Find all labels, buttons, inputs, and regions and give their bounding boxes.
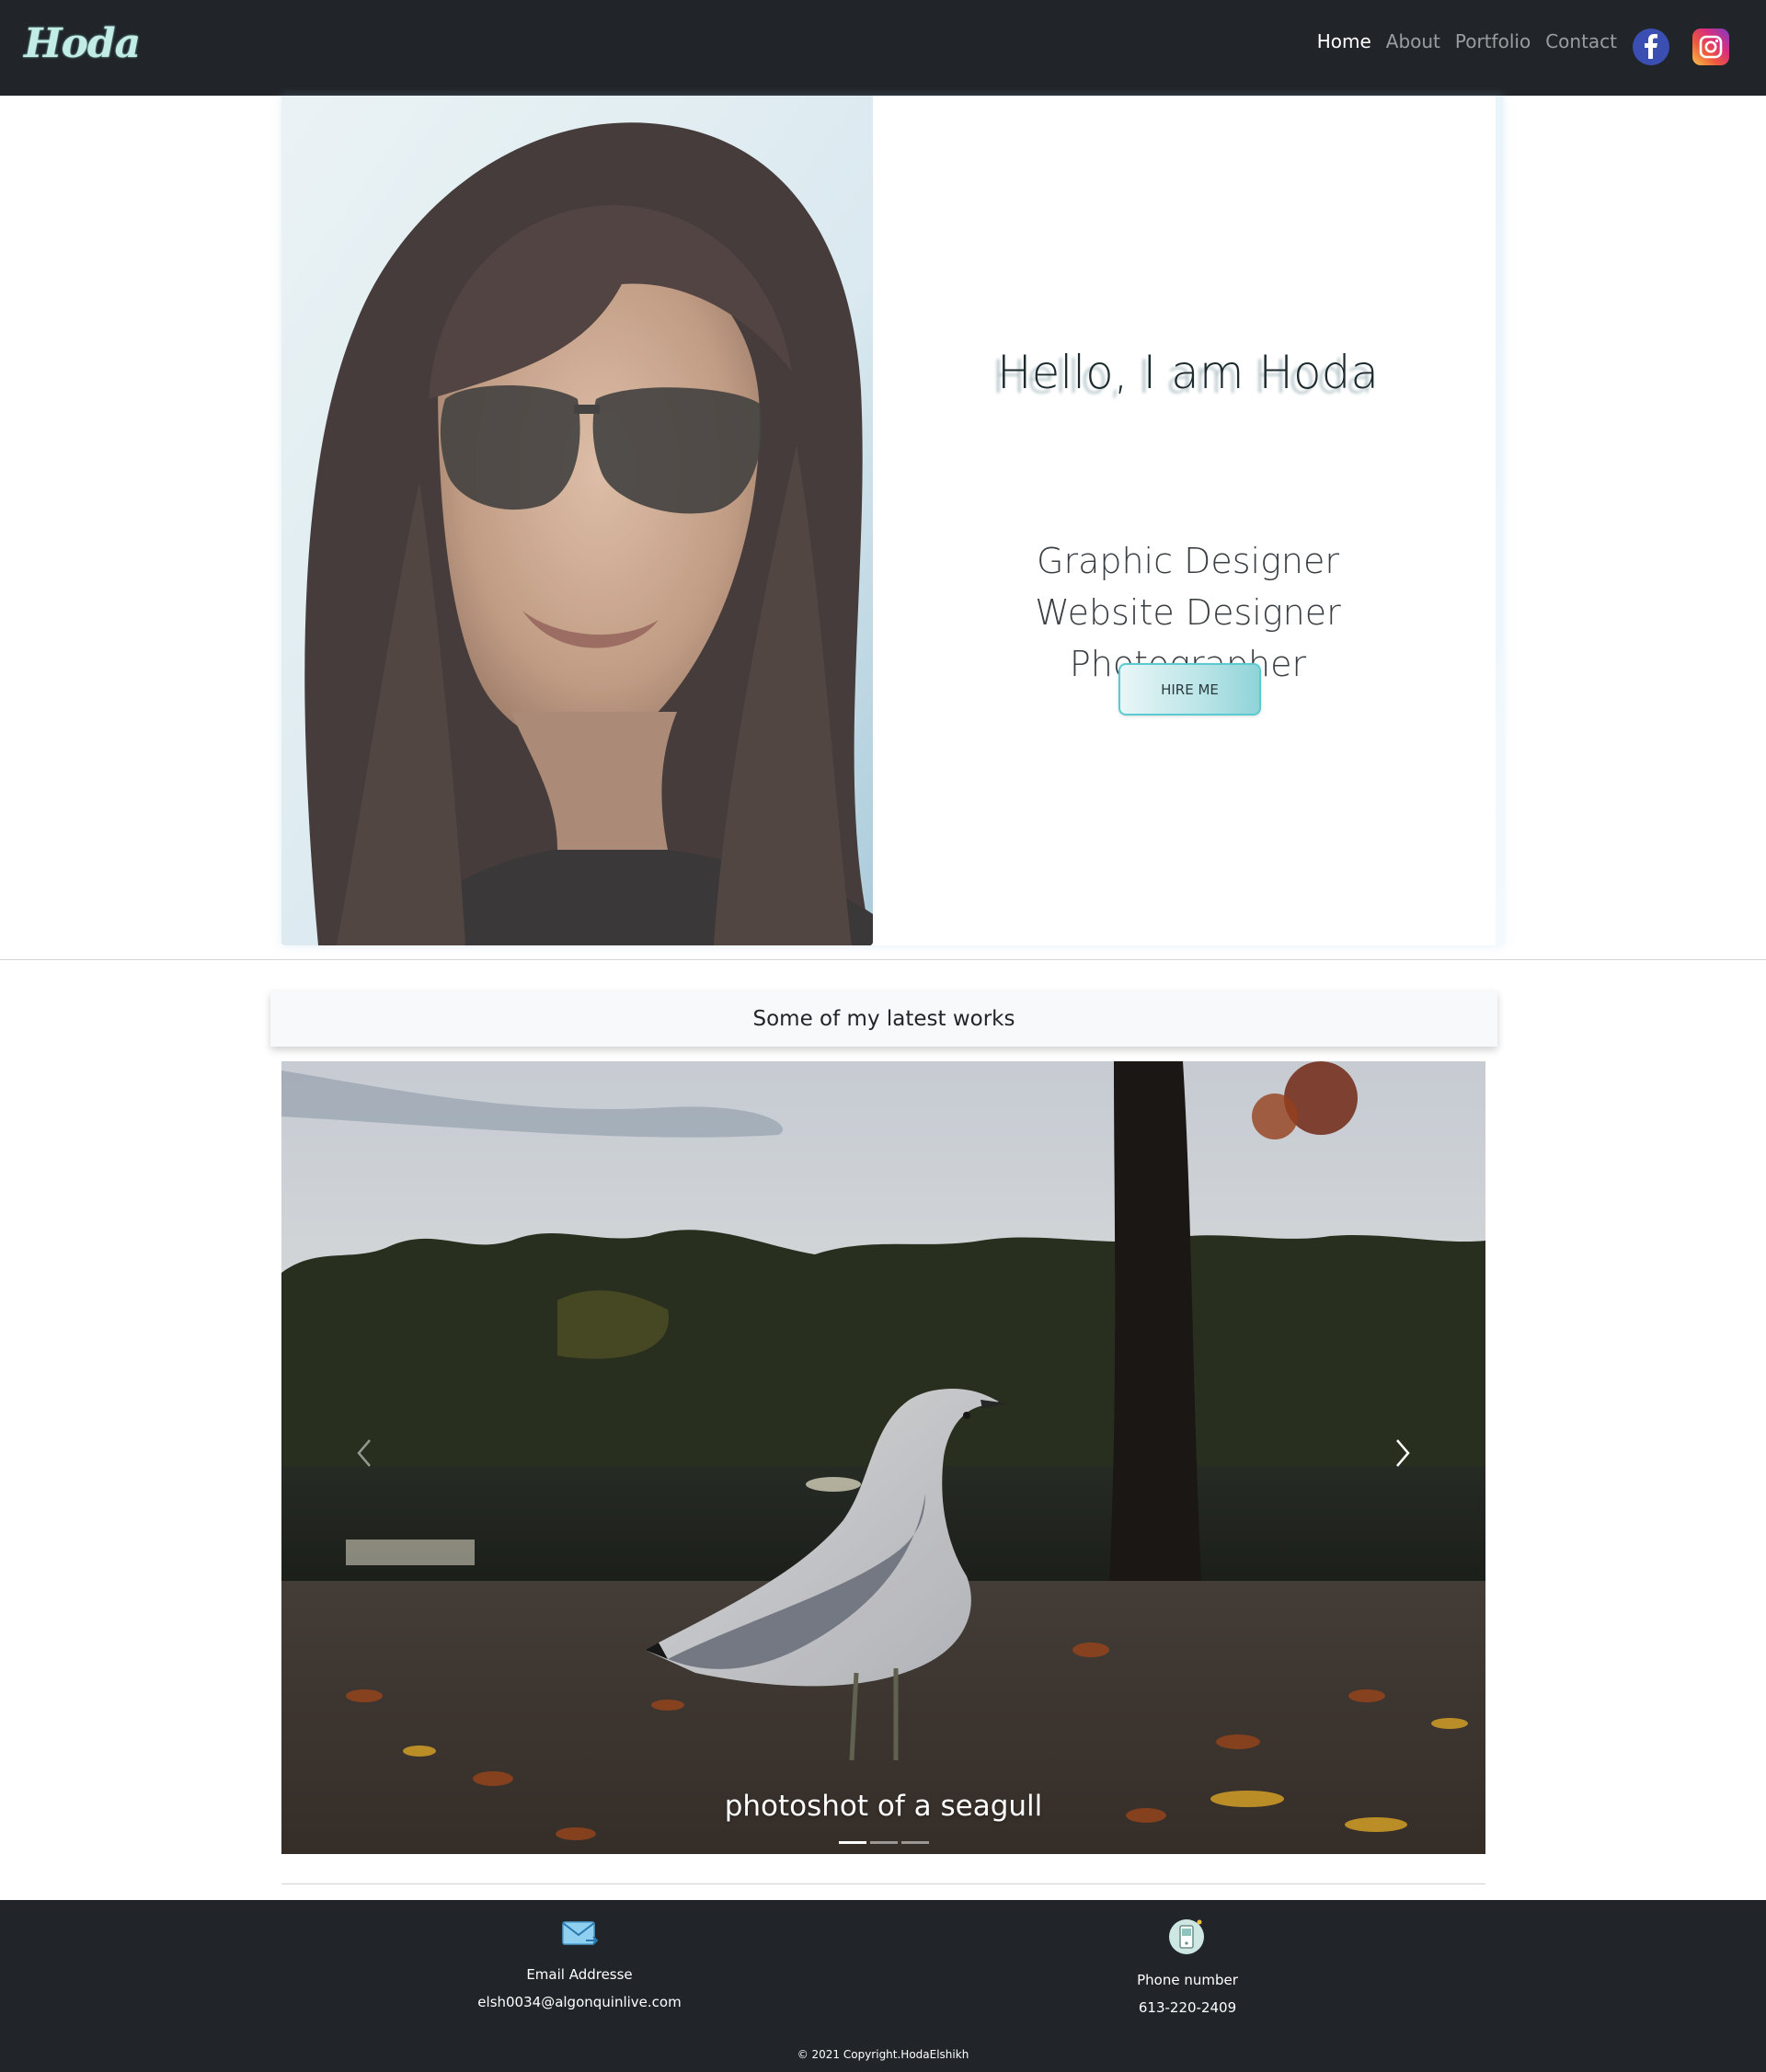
nav-home-link[interactable]: Home bbox=[1317, 30, 1371, 52]
instagram-icon[interactable] bbox=[1692, 29, 1729, 65]
carousel-indicators bbox=[281, 1841, 1485, 1844]
chevron-left-icon bbox=[357, 1439, 371, 1467]
works-carousel: photoshot of a seagull bbox=[281, 1061, 1485, 1854]
hero-greeting: Hello, I am Hoda bbox=[997, 346, 1379, 399]
carousel-next-button[interactable] bbox=[1375, 1425, 1430, 1481]
footer: Email Addresse elsh0034@algonquinlive.co… bbox=[0, 1900, 1766, 2072]
facebook-icon[interactable] bbox=[1633, 29, 1669, 65]
carousel-indicator[interactable] bbox=[869, 1841, 898, 1844]
carousel-indicator[interactable] bbox=[838, 1841, 866, 1844]
footer-divider bbox=[281, 1883, 1485, 1884]
nav-links: Home About Portfolio Contact bbox=[1317, 28, 1617, 55]
carousel-indicator[interactable] bbox=[900, 1841, 929, 1844]
nav-portfolio-link[interactable]: Portfolio bbox=[1455, 30, 1531, 52]
navbar: Hoda Home About Portfolio Contact bbox=[0, 0, 1766, 96]
email-value[interactable]: elsh0034@algonquinlive.com bbox=[442, 1994, 717, 2010]
copyright-text: © 2021 Copyright.HodaElshikh bbox=[797, 2048, 969, 2061]
envelope-icon bbox=[562, 1921, 599, 1945]
portrait-photo bbox=[281, 96, 873, 945]
seagull-photo bbox=[281, 1061, 1485, 1854]
hero-text: Hello, I am Hoda Graphic Designer Websit… bbox=[873, 96, 1503, 945]
latest-works-heading: Some of my latest works bbox=[270, 990, 1497, 1047]
chevron-right-icon bbox=[1396, 1439, 1410, 1467]
phone-icon bbox=[1169, 1919, 1204, 1954]
logo-text: Hoda bbox=[24, 20, 141, 67]
role-website-designer: Website Designer bbox=[1035, 592, 1341, 633]
hire-me-button[interactable]: HIRE ME bbox=[1118, 663, 1261, 715]
nav-about-link[interactable]: About bbox=[1386, 30, 1440, 52]
email-contact: Email Addresse elsh0034@algonquinlive.co… bbox=[442, 1917, 717, 2010]
carousel-prev-button[interactable] bbox=[337, 1425, 392, 1481]
phone-value[interactable]: 613-220-2409 bbox=[1049, 1999, 1325, 2016]
phone-contact: Phone number 613-220-2409 bbox=[1049, 1917, 1325, 2016]
email-label: Email Addresse bbox=[526, 1966, 633, 1983]
carousel-caption: photoshot of a seagull bbox=[724, 1790, 1043, 1823]
hero-section: Hello, I am Hoda Graphic Designer Websit… bbox=[281, 96, 1503, 945]
nav-contact-link[interactable]: Contact bbox=[1545, 30, 1617, 52]
role-graphic-designer: Graphic Designer bbox=[1037, 541, 1339, 581]
logo[interactable]: Hoda bbox=[24, 18, 141, 74]
section-divider bbox=[0, 959, 1766, 960]
phone-label: Phone number bbox=[1137, 1972, 1238, 1988]
